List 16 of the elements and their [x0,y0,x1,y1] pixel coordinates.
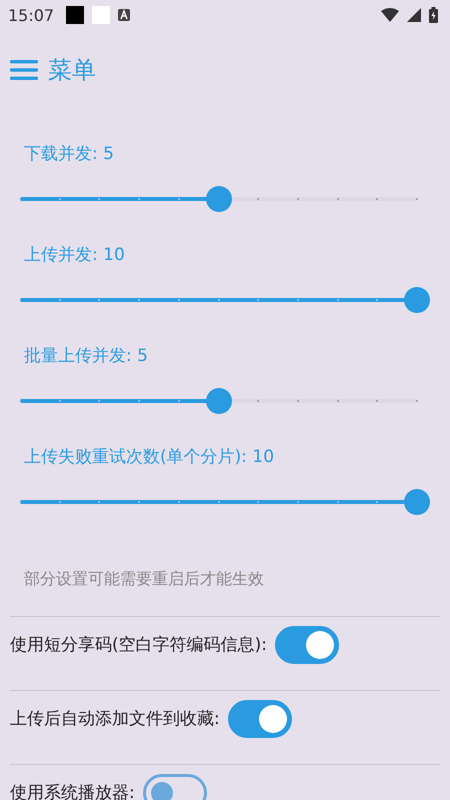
wifi-icon [381,8,399,22]
slider-label: 下载并发: 5 [23,143,115,166]
toggle-switch[interactable] [275,626,339,664]
switch-label: 使用短分享码(空白字符编码信息): [10,635,267,655]
slider-label: 批量上传并发: 5 [23,345,149,368]
switch-label: 上传后自动添加文件到收藏: [10,709,220,729]
slider-label: 上传并发: 10 [23,244,126,267]
toolbar-title: 菜单 [48,55,96,86]
toggle-switch[interactable] [228,700,292,738]
signal-icon [407,8,421,22]
slider-label: 上传失败重试次数(单个分片): 10 [23,446,276,469]
keyboard-icon [118,9,130,21]
status-time: 15:07 [8,6,54,24]
note-text: 部分设置可能需要重启后才能生效 [23,568,265,590]
menu-icon[interactable] [10,60,38,80]
battery-icon [429,7,438,23]
